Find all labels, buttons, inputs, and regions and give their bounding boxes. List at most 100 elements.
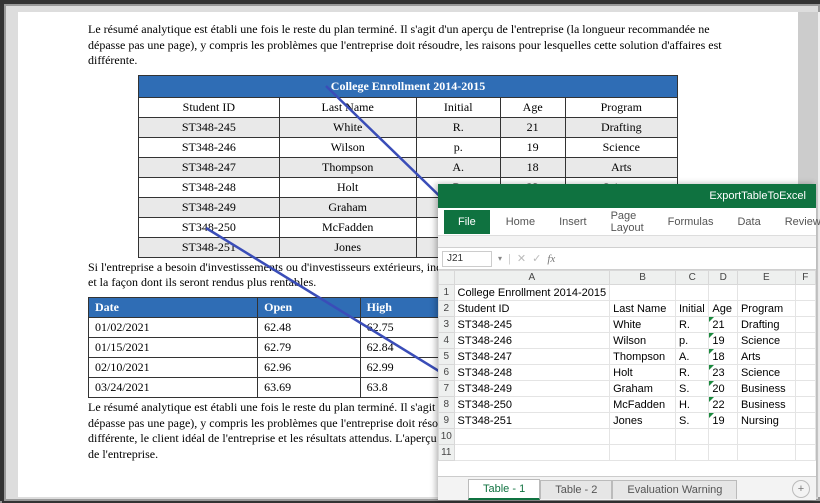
new-sheet-button[interactable]: + bbox=[792, 480, 810, 498]
row-header[interactable]: 10 bbox=[439, 429, 455, 445]
cell[interactable]: 23 bbox=[709, 365, 738, 381]
row-header[interactable]: 9 bbox=[439, 413, 455, 429]
cell[interactable]: S. bbox=[675, 381, 708, 397]
row-header[interactable]: 3 bbox=[439, 317, 455, 333]
cell[interactable] bbox=[795, 349, 815, 365]
sheet-tab[interactable]: Table - 1 bbox=[468, 479, 540, 500]
col-header[interactable]: D bbox=[709, 271, 738, 285]
ribbon-tab[interactable]: File bbox=[444, 210, 490, 234]
cell[interactable] bbox=[795, 365, 815, 381]
cell[interactable] bbox=[675, 445, 708, 461]
cell[interactable]: White bbox=[610, 317, 676, 333]
ribbon-tab[interactable]: Page Layout bbox=[599, 204, 656, 240]
cell[interactable]: ST348-248 bbox=[454, 365, 610, 381]
cell[interactable]: p. bbox=[675, 333, 708, 349]
cell[interactable] bbox=[709, 285, 738, 301]
row-header[interactable]: 8 bbox=[439, 397, 455, 413]
col-header[interactable]: B bbox=[610, 271, 676, 285]
row-header[interactable]: 11 bbox=[439, 445, 455, 461]
cell[interactable] bbox=[675, 429, 708, 445]
ribbon-tab[interactable]: Data bbox=[725, 210, 772, 234]
name-box-dropdown-icon[interactable]: ▾ bbox=[498, 254, 502, 263]
sheet-tab[interactable]: Table - 2 bbox=[540, 480, 612, 499]
cell[interactable] bbox=[709, 445, 738, 461]
cell[interactable] bbox=[737, 445, 795, 461]
row-header[interactable]: 6 bbox=[439, 365, 455, 381]
row-header[interactable]: 5 bbox=[439, 349, 455, 365]
cell[interactable]: ST348-251 bbox=[454, 413, 610, 429]
cell[interactable]: 19 bbox=[709, 333, 738, 349]
cell[interactable]: ST348-246 bbox=[454, 333, 610, 349]
fx-icon[interactable]: fx bbox=[547, 253, 555, 265]
cell[interactable]: R. bbox=[675, 365, 708, 381]
accept-icon[interactable]: ✓ bbox=[532, 252, 541, 265]
cell[interactable] bbox=[795, 333, 815, 349]
col-header[interactable]: A bbox=[454, 271, 610, 285]
cell[interactable] bbox=[795, 301, 815, 317]
cell[interactable]: ST348-249 bbox=[454, 381, 610, 397]
cell[interactable]: Business bbox=[737, 381, 795, 397]
cell[interactable]: Jones bbox=[610, 413, 676, 429]
formula-input[interactable] bbox=[561, 251, 812, 267]
sheet-tab[interactable]: Evaluation Warning bbox=[612, 480, 737, 499]
cell[interactable]: H. bbox=[675, 397, 708, 413]
cell[interactable]: Science bbox=[737, 365, 795, 381]
cell[interactable] bbox=[610, 285, 676, 301]
row-header[interactable]: 7 bbox=[439, 381, 455, 397]
cell[interactable] bbox=[795, 317, 815, 333]
cell[interactable] bbox=[795, 429, 815, 445]
cell[interactable]: 22 bbox=[709, 397, 738, 413]
row-header[interactable]: 4 bbox=[439, 333, 455, 349]
cell[interactable] bbox=[795, 397, 815, 413]
cell[interactable]: Nursing bbox=[737, 413, 795, 429]
cell[interactable] bbox=[709, 429, 738, 445]
cell[interactable]: Program bbox=[737, 301, 795, 317]
cell[interactable] bbox=[610, 429, 676, 445]
cell[interactable] bbox=[737, 285, 795, 301]
cell[interactable]: ST348-245 bbox=[454, 317, 610, 333]
cell[interactable]: Age bbox=[709, 301, 738, 317]
cell[interactable]: S. bbox=[675, 413, 708, 429]
name-box[interactable]: J21 bbox=[442, 251, 492, 267]
cell[interactable]: ST348-250 bbox=[454, 397, 610, 413]
cell[interactable] bbox=[795, 381, 815, 397]
cell[interactable]: Holt bbox=[610, 365, 676, 381]
cell[interactable]: Wilson bbox=[610, 333, 676, 349]
cell[interactable] bbox=[795, 445, 815, 461]
ribbon-tab[interactable]: Insert bbox=[547, 210, 599, 234]
cell[interactable]: Initial bbox=[675, 301, 708, 317]
cell[interactable]: 18 bbox=[709, 349, 738, 365]
cell[interactable] bbox=[795, 413, 815, 429]
cell[interactable]: McFadden bbox=[610, 397, 676, 413]
grid-corner[interactable] bbox=[439, 271, 455, 285]
cell[interactable] bbox=[737, 429, 795, 445]
cell[interactable]: Arts bbox=[737, 349, 795, 365]
cell[interactable]: A. bbox=[675, 349, 708, 365]
cell[interactable]: Last Name bbox=[610, 301, 676, 317]
cell[interactable] bbox=[675, 285, 708, 301]
cell[interactable]: Thompson bbox=[610, 349, 676, 365]
ribbon-tab[interactable]: Review bbox=[773, 210, 820, 234]
col-header[interactable]: F bbox=[795, 271, 815, 285]
cell[interactable]: College Enrollment 2014-2015 bbox=[454, 285, 610, 301]
cell[interactable] bbox=[610, 445, 676, 461]
cell[interactable]: 21 bbox=[709, 317, 738, 333]
cancel-icon[interactable]: ✕ bbox=[517, 252, 526, 265]
cell[interactable]: Student ID bbox=[454, 301, 610, 317]
cell[interactable] bbox=[795, 285, 815, 301]
cell[interactable]: Science bbox=[737, 333, 795, 349]
ribbon-tab[interactable]: Formulas bbox=[656, 210, 726, 234]
cell[interactable]: Graham bbox=[610, 381, 676, 397]
cell[interactable]: Business bbox=[737, 397, 795, 413]
cell[interactable]: 20 bbox=[709, 381, 738, 397]
spreadsheet-grid[interactable]: ABCDEF1College Enrollment 2014-20152Stud… bbox=[438, 270, 816, 476]
row-header[interactable]: 2 bbox=[439, 301, 455, 317]
cell[interactable]: Drafting bbox=[737, 317, 795, 333]
cell[interactable]: 19 bbox=[709, 413, 738, 429]
col-header[interactable]: C bbox=[675, 271, 708, 285]
ribbon-tab[interactable]: Home bbox=[494, 210, 547, 234]
cell[interactable] bbox=[454, 429, 610, 445]
cell[interactable]: R. bbox=[675, 317, 708, 333]
row-header[interactable]: 1 bbox=[439, 285, 455, 301]
cell[interactable]: ST348-247 bbox=[454, 349, 610, 365]
